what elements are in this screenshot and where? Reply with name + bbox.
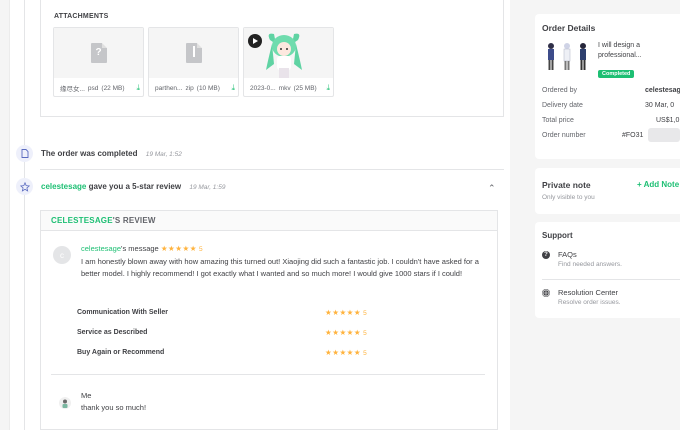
rating-score: 5 bbox=[363, 310, 367, 317]
criteria-label: Service as Described bbox=[77, 329, 148, 336]
star-rating-icon: ★★★★★ bbox=[325, 348, 362, 357]
file-name: parthen... bbox=[155, 84, 183, 92]
criteria-label: Communication With Seller bbox=[77, 309, 168, 316]
redacted-order-number bbox=[648, 128, 680, 142]
rating-score: 5 bbox=[363, 350, 367, 357]
order-detail-label: Total price bbox=[542, 117, 574, 124]
event-text: gave you a 5-star review bbox=[86, 182, 182, 191]
download-icon[interactable]: ⤓ bbox=[231, 83, 235, 93]
question-icon: ? bbox=[542, 251, 550, 259]
private-note-subtitle: Only visible to you bbox=[542, 194, 595, 201]
reply-author: Me bbox=[81, 391, 92, 400]
event-time: 19 Mar, 1:59 bbox=[189, 184, 226, 191]
support-item-resolution-center[interactable]: Resolution Center Resolve order issues. bbox=[542, 288, 672, 310]
file-size: (10 MB) bbox=[196, 84, 220, 92]
support-panel: Support ? FAQs Find needed answers. Reso… bbox=[535, 222, 680, 318]
order-detail-label: Delivery date bbox=[542, 102, 583, 109]
document-icon bbox=[16, 145, 33, 162]
globe-icon bbox=[542, 289, 550, 297]
document-icon: ? bbox=[90, 43, 107, 63]
file-ext: mkv bbox=[278, 84, 291, 92]
order-number-value: #FO31 bbox=[622, 132, 644, 139]
order-detail-label: Order number bbox=[542, 132, 586, 139]
attachment-file-zip[interactable]: parthen... zip (10 MB) ⤓ bbox=[148, 27, 239, 97]
event-review: celestesage gave you a 5-star review 19 … bbox=[16, 178, 225, 195]
download-icon[interactable]: ⤓ bbox=[326, 83, 330, 93]
message-user[interactable]: celestesage bbox=[81, 244, 121, 253]
reply-text: thank you so much! bbox=[81, 403, 147, 412]
event-time: 19 Mar, 1:52 bbox=[145, 151, 182, 158]
my-avatar bbox=[59, 397, 71, 409]
file-thumbnail bbox=[149, 28, 238, 78]
star-rating-icon: ★★★★★ bbox=[325, 308, 362, 317]
attachments-card: ATTACHMENTS ? 缘尽女... psd (22 MB) ⤓ parth… bbox=[40, 0, 504, 117]
star-outline-icon bbox=[16, 178, 33, 195]
download-icon[interactable]: ⤓ bbox=[136, 83, 140, 93]
rating-score: 5 bbox=[198, 246, 203, 253]
support-item-subtitle: Resolve order issues. bbox=[558, 299, 621, 306]
star-rating-icon: ★★★★★ bbox=[160, 244, 197, 253]
private-note-panel: Private note + Add Note Only visible to … bbox=[535, 168, 680, 214]
gig-thumbnail[interactable] bbox=[543, 40, 591, 72]
add-note-button[interactable]: + Add Note bbox=[637, 180, 679, 189]
support-title: Support bbox=[542, 231, 573, 240]
zip-icon bbox=[185, 43, 202, 63]
file-ext: zip bbox=[185, 84, 194, 92]
order-detail-label: Ordered by bbox=[542, 87, 578, 94]
criteria-label: Buy Again or Recommend bbox=[77, 349, 165, 356]
private-note-title: Private note bbox=[542, 180, 591, 190]
left-rail bbox=[0, 0, 10, 430]
support-item-subtitle: Find needed answers. bbox=[558, 261, 622, 268]
criteria-rating: ★★★★★ 5 bbox=[325, 308, 367, 317]
message-title: celestesage's message ★★★★★ 5 bbox=[81, 244, 203, 253]
review-message: I am honestly blown away with how amazin… bbox=[81, 257, 479, 278]
support-item-faqs[interactable]: ? FAQs Find needed answers. bbox=[542, 250, 672, 272]
order-activity-panel: ATTACHMENTS ? 缘尽女... psd (22 MB) ⤓ parth… bbox=[10, 0, 510, 430]
review-header-suffix: 'S REVIEW bbox=[112, 216, 156, 225]
order-details-panel: Order Details I will design a profession… bbox=[535, 14, 680, 159]
ordered-by-link[interactable]: celestesage bbox=[645, 87, 680, 94]
criteria-rating: ★★★★★ 5 bbox=[325, 328, 367, 337]
review-card: CELESTESAGE'S REVIEW c celestesage's mes… bbox=[40, 210, 498, 430]
chevron-up-icon[interactable]: ⌃ bbox=[488, 183, 496, 194]
review-header: CELESTESAGE'S REVIEW bbox=[41, 211, 497, 231]
file-ext: psd bbox=[87, 84, 99, 92]
file-name: 缘尽女... bbox=[60, 86, 85, 93]
divider bbox=[40, 169, 504, 170]
file-size: (22 MB) bbox=[101, 84, 125, 92]
star-rating-icon: ★★★★★ bbox=[325, 328, 362, 337]
status-badge: Completed bbox=[598, 70, 635, 78]
video-thumbnail bbox=[244, 28, 333, 78]
review-header-user[interactable]: CELESTESAGE bbox=[51, 216, 113, 225]
event-order-completed: The order was completed 19 Mar, 1:52 bbox=[16, 145, 182, 162]
attachments-title: ATTACHMENTS bbox=[54, 13, 109, 20]
file-size: (25 MB) bbox=[293, 84, 317, 92]
file-name: 2023-0... bbox=[250, 84, 276, 92]
attachment-file-mkv[interactable]: 2023-0... mkv (25 MB) ⤓ bbox=[243, 27, 334, 97]
divider bbox=[51, 374, 485, 375]
event-text: The order was completed bbox=[41, 149, 138, 158]
criteria-rating: ★★★★★ 5 bbox=[325, 348, 367, 357]
total-price-value: US$1,0 bbox=[656, 117, 680, 124]
avatar: c bbox=[53, 246, 71, 264]
play-icon[interactable] bbox=[248, 34, 262, 48]
reviewer-link[interactable]: celestesage bbox=[41, 182, 86, 191]
gig-title[interactable]: I will design a professional... bbox=[598, 41, 658, 61]
support-item-title: Resolution Center bbox=[558, 288, 619, 297]
order-details-title: Order Details bbox=[542, 23, 596, 33]
divider bbox=[542, 279, 680, 280]
message-suffix: 's message bbox=[121, 244, 159, 253]
support-item-title: FAQs bbox=[558, 250, 577, 259]
attachment-file-psd[interactable]: ? 缘尽女... psd (22 MB) ⤓ bbox=[53, 27, 144, 97]
anime-character-image bbox=[266, 33, 302, 78]
file-thumbnail: ? bbox=[54, 28, 143, 78]
rating-score: 5 bbox=[363, 330, 367, 337]
delivery-date-value: 30 Mar, 0 bbox=[645, 102, 675, 109]
